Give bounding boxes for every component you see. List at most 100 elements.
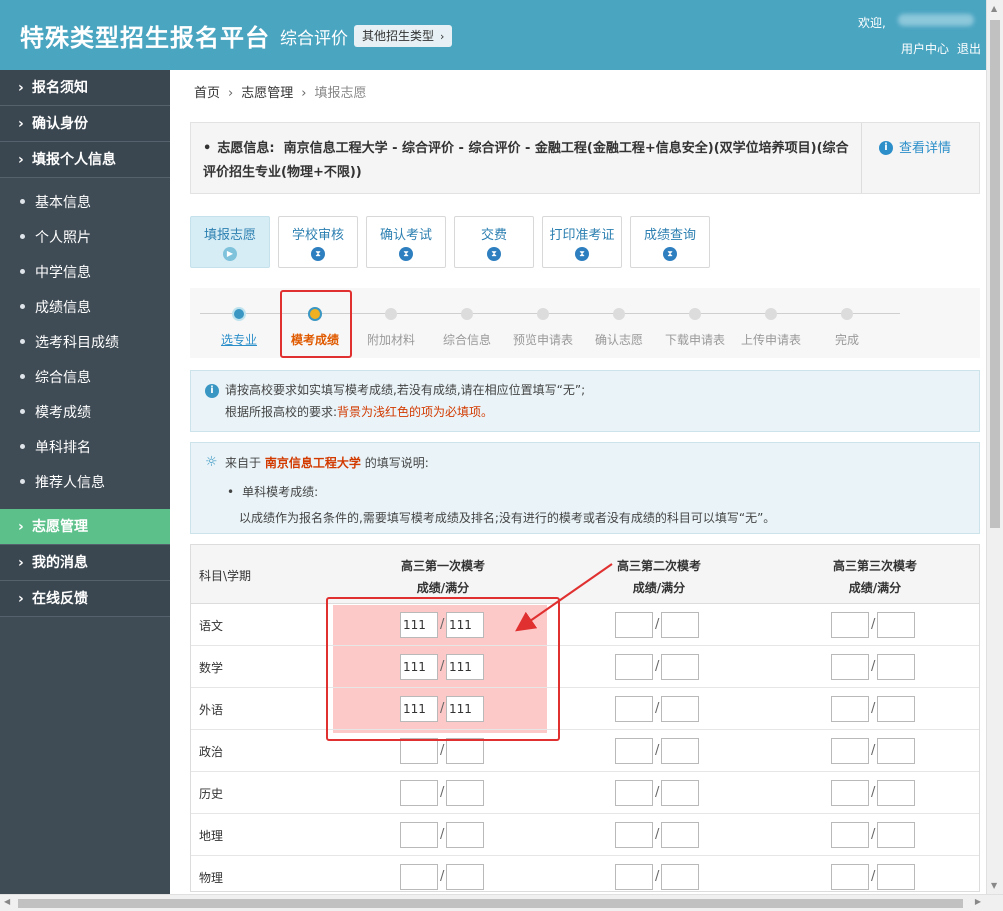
full-score-input[interactable] xyxy=(661,864,699,890)
sidebar-subitem-photo[interactable]: 个人照片 xyxy=(0,221,170,256)
score-input[interactable] xyxy=(615,654,653,680)
tab-print-admission-ticket[interactable]: 打印准考证 ⧗ xyxy=(542,216,622,268)
info-label: 志愿信息: xyxy=(217,141,275,156)
logout-link[interactable]: 退出 xyxy=(957,42,981,56)
scroll-down-icon[interactable]: ▼ xyxy=(991,881,997,890)
score-input[interactable] xyxy=(831,822,869,848)
progress-step-upload: 上传申请表 xyxy=(740,333,801,347)
hourglass-icon: ⧗ xyxy=(399,247,413,261)
score-input[interactable] xyxy=(615,780,653,806)
progress-dot xyxy=(537,308,549,320)
score-input[interactable] xyxy=(831,738,869,764)
sidebar-item-confirm-identity[interactable]: › 确认身份 xyxy=(0,106,170,142)
scrollbar-thumb[interactable] xyxy=(990,20,1000,528)
scroll-right-icon[interactable]: ▶ xyxy=(975,897,981,906)
breadcrumb-home[interactable]: 首页 xyxy=(194,86,220,101)
explanation-suffix: 的填写说明: xyxy=(364,456,429,470)
subject-label: 地理 xyxy=(199,829,224,843)
notice-required-hint: 背景为浅红色的项为必填项。 xyxy=(337,405,494,419)
chevron-right-icon: › xyxy=(18,80,24,96)
view-details-label: 查看详情 xyxy=(899,141,952,156)
table-row: 地理 / / / xyxy=(191,814,979,856)
sidebar-subitem-basic-info[interactable]: 基本信息 xyxy=(0,186,170,221)
slash-separator: / xyxy=(440,785,445,800)
vertical-scrollbar[interactable]: ▲ ▼ xyxy=(986,0,1003,894)
slash-separator: / xyxy=(655,743,660,758)
score-input[interactable] xyxy=(615,822,653,848)
scroll-up-icon[interactable]: ▲ xyxy=(991,4,997,13)
horizontal-scrollbar[interactable]: ◀ ▶ xyxy=(0,894,1003,911)
sidebar-subitem-subject-rank[interactable]: 单科排名 xyxy=(0,431,170,466)
sidebar-item-label: 报名须知 xyxy=(32,80,88,96)
tab-payment[interactable]: 交费 ⧗ xyxy=(454,216,534,268)
full-score-input[interactable] xyxy=(446,864,484,890)
score-input[interactable] xyxy=(400,780,438,806)
sidebar-subitem-referrer[interactable]: 推荐人信息 xyxy=(0,466,170,501)
score-input[interactable] xyxy=(400,864,438,890)
table-row: 物理 / / / xyxy=(191,856,979,891)
full-score-input[interactable] xyxy=(877,822,915,848)
sidebar-item-personal-info[interactable]: › 填报个人信息 xyxy=(0,142,170,178)
table-row: 政治 / / / xyxy=(191,730,979,772)
full-score-input[interactable] xyxy=(877,738,915,764)
full-score-input[interactable] xyxy=(661,822,699,848)
full-score-input[interactable] xyxy=(877,780,915,806)
score-input[interactable] xyxy=(831,612,869,638)
sidebar-subitem-school-info[interactable]: 中学信息 xyxy=(0,256,170,291)
scrollbar-thumb[interactable] xyxy=(18,899,963,908)
tab-score-query[interactable]: 成绩查询 ⧗ xyxy=(630,216,710,268)
explanation-item-title-text: 单科模考成绩: xyxy=(242,485,319,499)
full-score-input[interactable] xyxy=(661,696,699,722)
sidebar-subitem-mock-scores[interactable]: 模考成绩 xyxy=(0,396,170,431)
full-score-input[interactable] xyxy=(877,696,915,722)
other-types-button[interactable]: 其他招生类型 › xyxy=(354,25,453,47)
sidebar-item-notice[interactable]: › 报名须知 xyxy=(0,70,170,106)
score-input[interactable] xyxy=(615,696,653,722)
sidebar-subitem-scores[interactable]: 成绩信息 xyxy=(0,291,170,326)
school-name: 南京信息工程大学 xyxy=(264,456,361,470)
score-input[interactable] xyxy=(615,864,653,890)
full-score-input[interactable] xyxy=(877,654,915,680)
full-score-input[interactable] xyxy=(661,612,699,638)
tab-confirm-exam[interactable]: 确认考试 ⧗ xyxy=(366,216,446,268)
sidebar-item-messages[interactable]: › 我的消息 xyxy=(0,545,170,581)
full-score-input[interactable] xyxy=(661,780,699,806)
sidebar-subitem-comprehensive-info[interactable]: 综合信息 xyxy=(0,361,170,396)
score-input[interactable] xyxy=(400,822,438,848)
full-score-input[interactable] xyxy=(661,654,699,680)
breadcrumb-section[interactable]: 志愿管理 xyxy=(241,86,293,101)
full-score-input[interactable] xyxy=(446,780,484,806)
score-input[interactable] xyxy=(831,696,869,722)
chevron-right-icon: › xyxy=(18,555,24,571)
score-input[interactable] xyxy=(615,738,653,764)
score-input[interactable] xyxy=(615,612,653,638)
top-header: 特殊类型招生报名平台 综合评价 其他招生类型 › 欢迎, 用户中心 退出 xyxy=(0,0,1003,70)
full-score-input[interactable] xyxy=(446,822,484,848)
progress-step-select-major[interactable]: 选专业 xyxy=(199,331,279,348)
tab-fill-application[interactable]: 填报志愿 ▶ xyxy=(190,216,270,268)
score-input[interactable] xyxy=(831,654,869,680)
blurred-username xyxy=(898,14,974,26)
progress-dot xyxy=(841,308,853,320)
scroll-left-icon[interactable]: ◀ xyxy=(4,897,10,906)
tab-school-review[interactable]: 学校审核 ⧗ xyxy=(278,216,358,268)
full-score-input[interactable] xyxy=(446,738,484,764)
score-input[interactable] xyxy=(400,738,438,764)
subject-label: 历史 xyxy=(199,787,224,801)
slash-separator: / xyxy=(440,827,445,842)
full-score-input[interactable] xyxy=(877,612,915,638)
slash-separator: / xyxy=(655,701,660,716)
score-input[interactable] xyxy=(831,780,869,806)
full-score-input[interactable] xyxy=(661,738,699,764)
sidebar-item-feedback[interactable]: › 在线反馈 xyxy=(0,581,170,617)
sidebar-item-application-management[interactable]: › 志愿管理 xyxy=(0,509,170,545)
view-details-link[interactable]: i 查看详情 xyxy=(879,137,951,156)
full-score-input[interactable] xyxy=(877,864,915,890)
bullet-dot-icon xyxy=(20,268,25,274)
explanation-item-text: 以成绩作为报名条件的,需要填写模考成绩及排名;没有进行的模考或者没有成绩的科目可… xyxy=(239,511,776,525)
score-input[interactable] xyxy=(831,864,869,890)
subject-label: 数学 xyxy=(199,661,224,675)
user-center-link[interactable]: 用户中心 xyxy=(901,42,949,56)
sidebar-subitem-label: 成绩信息 xyxy=(35,300,91,316)
sidebar-subitem-elective-scores[interactable]: 选考科目成绩 xyxy=(0,326,170,361)
